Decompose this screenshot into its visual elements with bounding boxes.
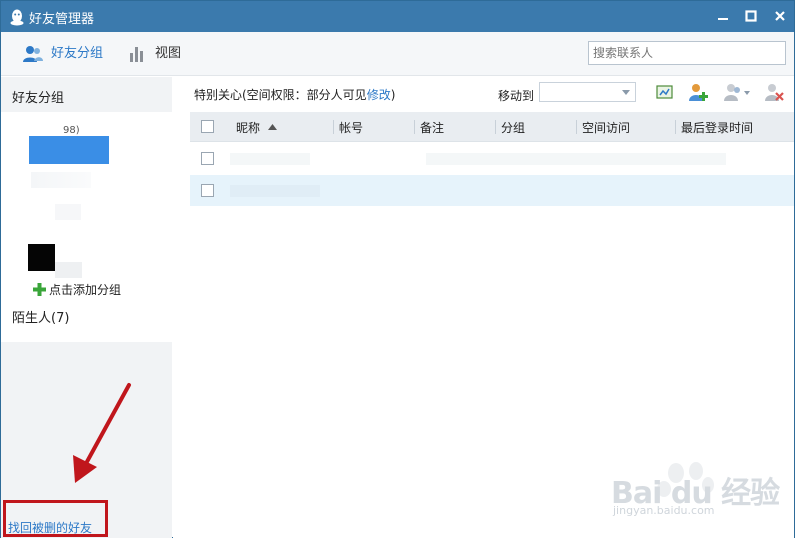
- watermark-url: jingyan.baidu.com: [613, 504, 715, 517]
- column-header-remark[interactable]: 备注: [420, 119, 444, 136]
- chevron-down-icon: [622, 90, 630, 95]
- plus-icon: [33, 283, 46, 296]
- redacted-cell: [230, 153, 310, 165]
- column-separator[interactable]: [576, 120, 577, 134]
- group-item-blurred[interactable]: [31, 172, 91, 188]
- close-button[interactable]: [769, 6, 791, 26]
- row-checkbox[interactable]: [201, 184, 214, 197]
- column-separator[interactable]: [414, 120, 415, 134]
- column-header-account[interactable]: 帐号: [339, 119, 363, 136]
- row-checkbox[interactable]: [201, 152, 214, 165]
- column-separator[interactable]: [333, 120, 334, 134]
- select-all-checkbox[interactable]: [201, 120, 214, 133]
- column-header-nickname[interactable]: 昵称: [236, 119, 277, 136]
- manage-friends-icon[interactable]: [723, 81, 751, 103]
- move-to-label: 移动到: [498, 89, 535, 103]
- move-to-select[interactable]: [539, 82, 636, 102]
- search-input[interactable]: [588, 41, 786, 65]
- tab-view[interactable]: 视图: [129, 44, 181, 64]
- tab-friend-groups[interactable]: 好友分组: [23, 44, 103, 64]
- title-bar: 好友管理器: [1, 1, 794, 32]
- column-separator[interactable]: [675, 120, 676, 134]
- add-friend-icon[interactable]: [687, 81, 709, 103]
- qq-penguin-icon: [10, 9, 24, 26]
- delete-friend-icon[interactable]: [763, 81, 785, 103]
- sort-ascending-icon: [267, 124, 277, 130]
- column-header-last-login[interactable]: 最后登录时间: [681, 119, 753, 136]
- annotation-highlight-box: [3, 500, 108, 537]
- annotation-arrow-icon: [73, 383, 131, 483]
- window-title: 好友管理器: [29, 12, 95, 27]
- add-group-label: 点击添加分组: [49, 283, 122, 297]
- table-header: 昵称 帐号 备注 分组 空间访问 最后登录时间: [190, 112, 794, 142]
- special-care-suffix: ): [390, 88, 396, 102]
- maximize-icon: [745, 10, 757, 22]
- maximize-button[interactable]: [740, 6, 762, 26]
- group-item-blurred: [55, 262, 82, 278]
- group-item-blurred[interactable]: [55, 204, 81, 220]
- tab-view-label: 视图: [155, 46, 182, 61]
- minimize-icon: [718, 18, 728, 20]
- special-care-prefix: 特别关心(空间权限：部分人可见: [194, 88, 367, 102]
- sidebar-item-strangers[interactable]: 陌生人(7): [12, 307, 69, 326]
- sidebar-header: 好友分组: [12, 91, 65, 106]
- edit-permission-link[interactable]: 修改: [367, 88, 391, 102]
- table-row[interactable]: [190, 175, 794, 206]
- table-row[interactable]: [190, 143, 794, 174]
- column-separator[interactable]: [495, 120, 496, 134]
- toolbar: 好友分组 视图: [1, 32, 794, 76]
- column-header-nickname-label: 昵称: [236, 121, 261, 135]
- column-header-group[interactable]: 分组: [501, 119, 525, 136]
- add-group-button[interactable]: 点击添加分组: [33, 281, 121, 298]
- edit-contact-icon[interactable]: [654, 81, 676, 103]
- close-icon: [775, 11, 785, 21]
- redacted-cell: [426, 153, 726, 165]
- redacted-cell: [230, 185, 320, 197]
- friend-manager-window: 好友管理器 好友分组 视图 搜索联系人 好友分组 98) 点击添加分组 陌生人(…: [0, 0, 795, 538]
- group-count: 98): [63, 125, 80, 136]
- group-item-selected-bar: [29, 136, 109, 164]
- column-header-space-visit[interactable]: 空间访问: [582, 119, 630, 136]
- users-icon: [23, 46, 43, 62]
- minimize-button[interactable]: [712, 6, 734, 26]
- group-item-avatar: [28, 244, 55, 271]
- tab-friend-groups-label: 好友分组: [51, 46, 104, 61]
- group-item[interactable]: 98): [29, 125, 109, 164]
- bar-chart-icon: [130, 47, 143, 62]
- special-care-label: 特别关心(空间权限：部分人可见修改): [194, 86, 395, 103]
